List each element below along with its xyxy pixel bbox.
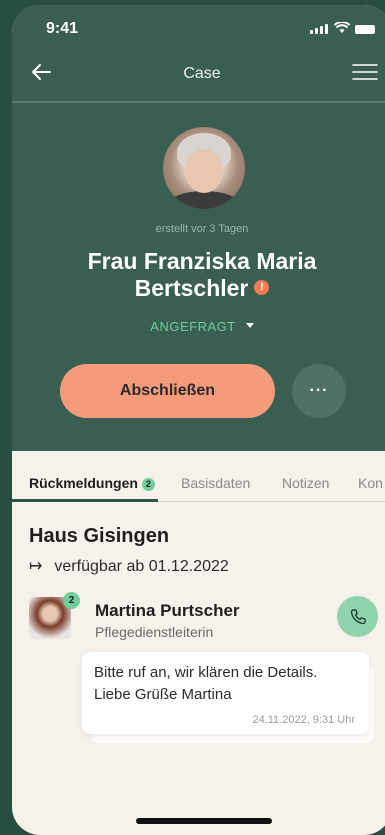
created-label: erstellt vor 3 Tagen [155, 223, 249, 235]
message-line-1: Bitte ruf an, wir klären die Details. [94, 664, 318, 681]
warning-icon[interactable]: ! [254, 280, 270, 296]
page-title: Case [183, 65, 221, 82]
tab-rueckmeldungen[interactable]: Rückmeldungen 2 [29, 475, 155, 492]
patient-avatar [163, 127, 245, 209]
sender-name: Martina Purtscher [95, 601, 240, 620]
case-status-label: ANGEFRAGT [150, 319, 236, 334]
tab-notizen[interactable]: Notizen [282, 475, 329, 491]
wifi-icon [334, 22, 350, 33]
case-header-panel: 9:41 Case erstellt vor 3 Tagen Frau Fran… [12, 5, 385, 451]
tab-bar: Rückmeldungen 2 Basisdaten Notizen Kon [12, 451, 385, 501]
caret-down-icon [245, 323, 254, 329]
complete-button[interactable]: Abschließen [60, 364, 275, 418]
message-count-badge: 2 [63, 592, 80, 609]
phone-icon [350, 608, 366, 624]
message-line-2: Liebe Grüße Martina [94, 686, 232, 703]
signal-icon [310, 24, 328, 34]
facility-name: Haus Gisingen [29, 525, 170, 547]
message-text: Bitte ruf an, wir klären die Details. Li… [94, 662, 317, 706]
message-timestamp: 24.11.2022, 9:31 Uhr [252, 714, 355, 726]
battery-icon [355, 25, 375, 34]
home-indicator [136, 818, 272, 824]
sender-role: Pflegedienstleiterin [95, 624, 214, 640]
menu-icon[interactable] [352, 63, 378, 81]
availability-text: verfügbar ab 01.12.2022 [54, 558, 229, 575]
arrow-right-icon: ↦ [29, 558, 43, 575]
patient-name-text: Frau Franziska Maria Bertschler [87, 248, 317, 301]
patient-name: Frau Franziska Maria Bertschler! [52, 248, 352, 302]
case-status-dropdown[interactable]: ANGEFRAGT [12, 319, 385, 334]
tab-label: Rückmeldungen [29, 475, 138, 491]
status-bar: 9:41 [12, 19, 385, 39]
active-tab-indicator [12, 499, 158, 502]
message-bubble: Bitte ruf an, wir klären die Details. Li… [82, 652, 369, 734]
status-time: 9:41 [46, 20, 79, 37]
phone-screen: 9:41 Case erstellt vor 3 Tagen Frau Fran… [12, 5, 385, 835]
tab-basisdaten[interactable]: Basisdaten [181, 475, 250, 491]
tab-kontakte[interactable]: Kon [358, 475, 383, 491]
header-divider [12, 101, 385, 103]
availability-row: ↦ verfügbar ab 01.12.2022 [29, 556, 229, 576]
call-button[interactable] [337, 596, 378, 637]
more-options-button[interactable]: ··· [292, 364, 346, 418]
nav-header: Case [12, 55, 385, 95]
tab-count-badge: 2 [141, 478, 155, 491]
